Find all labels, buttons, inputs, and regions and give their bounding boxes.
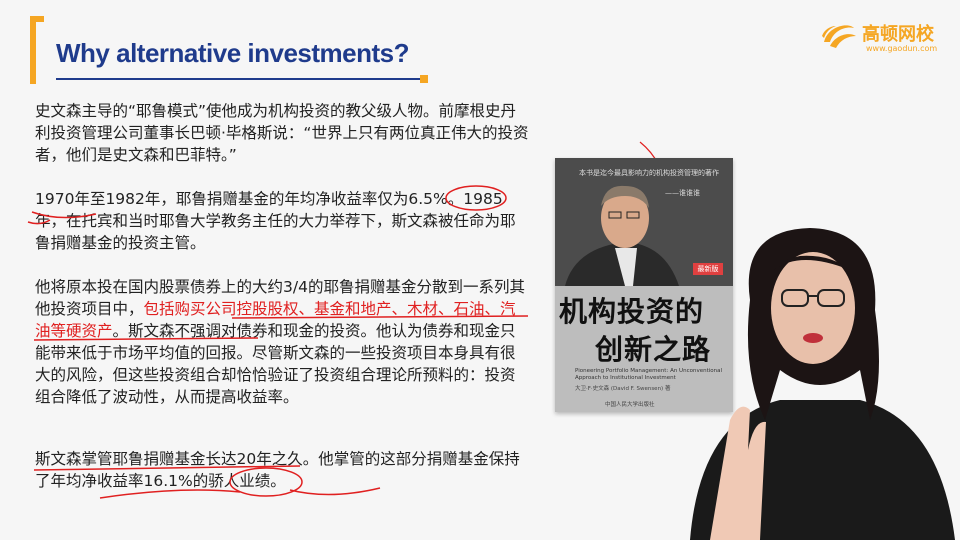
paragraph-returns-history: 1970年至1982年，耶鲁捐赠基金的年均净收益率仅为6.5%。1985年，在托… bbox=[35, 190, 516, 252]
logo-url: www.gaodun.com bbox=[866, 44, 938, 53]
book-blurb: 本书是迄今最具影响力的机构投资管理的著作 bbox=[579, 169, 719, 177]
book-blurb-attribution: ——谁谁谁 bbox=[665, 189, 700, 197]
slide-title: Why alternative investments? bbox=[56, 38, 410, 68]
book-publisher: 中国人民大学出版社 bbox=[605, 402, 655, 408]
paragraph-yale-model: 史文森主导的“耶鲁模式”使他成为机构投资的教父级人物。前摩根史丹利投资管理公司董… bbox=[35, 102, 529, 164]
title-accent-dot bbox=[420, 75, 428, 83]
gaodun-logo: 高顿网校 www.gaodun.com bbox=[820, 16, 950, 56]
paragraph-performance: 斯文森掌管耶鲁捐赠基金长达20年之久。他掌管的这部分捐赠基金保持了年均净收益率1… bbox=[35, 450, 520, 490]
lecture-slide: Why alternative investments? 高顿网校 www.ga… bbox=[0, 0, 960, 540]
logo-name: 高顿网校 bbox=[862, 24, 934, 45]
paragraph-diversification: 他将原本投在国内股票债券上的大约3/4的耶鲁捐赠基金分散到一系列其他投资项目中，… bbox=[35, 276, 530, 408]
title-underline bbox=[56, 78, 420, 80]
gaodun-logo-icon bbox=[822, 25, 856, 48]
presenter-figure bbox=[690, 228, 955, 540]
title-bracket-decoration bbox=[30, 16, 44, 84]
